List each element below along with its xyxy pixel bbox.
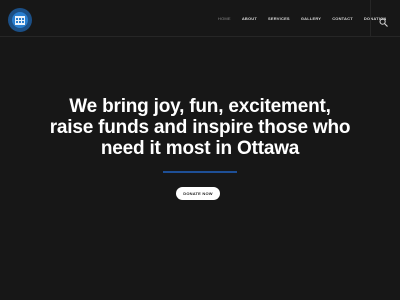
search-icon[interactable] <box>379 14 388 27</box>
hero-heading: We bring joy, fun, excitement, raise fun… <box>20 96 380 159</box>
nav-gallery[interactable]: GALLERY <box>301 16 321 21</box>
hero-line-1: We bring joy, fun, excitement, <box>69 96 331 117</box>
donate-now-button[interactable]: DONATE NOW <box>176 187 220 200</box>
nav-contact[interactable]: CONTACT <box>332 16 353 21</box>
charity-logo-icon <box>12 12 28 28</box>
hero-divider <box>163 171 237 173</box>
hero-line-2: raise funds and inspire those who <box>49 117 351 138</box>
nav-services[interactable]: SERVICES <box>268 16 290 21</box>
nav-divider <box>370 0 371 37</box>
site-logo[interactable] <box>8 8 32 32</box>
top-navbar: HOME ABOUT SERVICES GALLERY CONTACT DONA… <box>0 0 400 37</box>
hero-line-3: need it most in Ottawa <box>100 138 300 159</box>
nav-about[interactable]: ABOUT <box>242 16 257 21</box>
nav-home[interactable]: HOME <box>218 16 231 21</box>
